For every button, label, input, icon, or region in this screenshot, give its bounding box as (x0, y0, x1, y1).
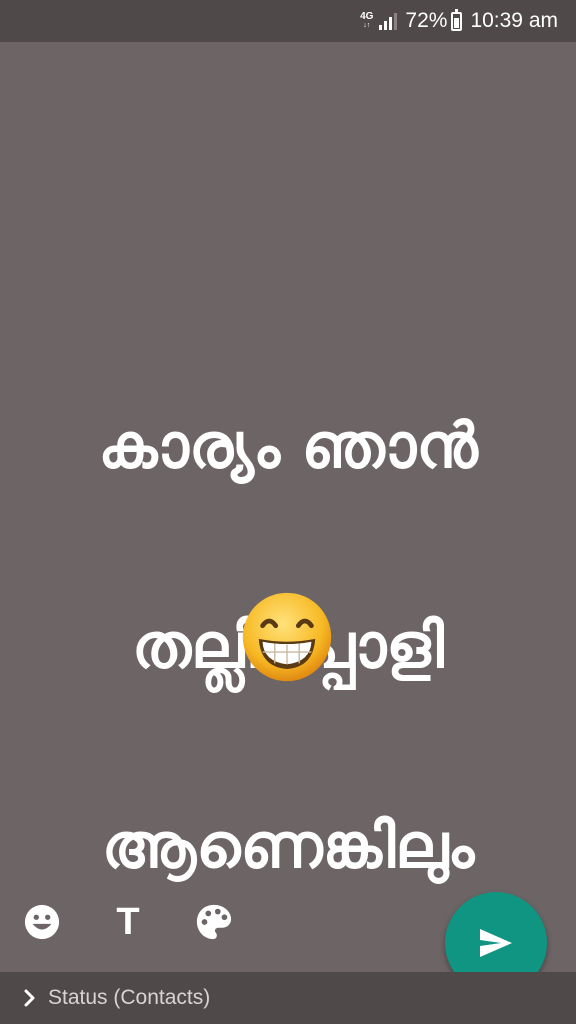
chevron-right-icon (24, 989, 36, 1007)
color-palette-button[interactable] (194, 902, 234, 942)
battery-percent: 72% (405, 9, 448, 32)
palette-icon (196, 904, 232, 940)
status-audience-bar[interactable]: Status (Contacts) (0, 972, 576, 1024)
send-icon (480, 929, 512, 957)
status-composer-screen: 4G ↓↑ 72% 10:39 am കാര്യം ഞാൻ തല്ലിപ്പൊള… (0, 0, 576, 1024)
text-style-icon: T (116, 900, 140, 943)
battery-icon (451, 8, 463, 31)
audience-label: Status (Contacts) (48, 986, 211, 1009)
text-style-button[interactable]: T (108, 900, 148, 944)
smiley-icon (24, 904, 60, 940)
signal-icon (379, 12, 398, 30)
clock: 10:39 am (470, 9, 558, 32)
grinning-face-emoji-icon (242, 592, 332, 682)
status-text-line: കാര്യം ഞാൻ (98, 409, 478, 482)
status-text-line: ആണെങ്കിലും (101, 809, 475, 882)
data-arrows-icon: ↓↑ (363, 22, 371, 29)
emoji-button[interactable] (22, 902, 62, 942)
network-type: 4G (360, 11, 374, 22)
network-indicator: 4G ↓↑ (360, 12, 373, 30)
system-status-bar: 4G ↓↑ 72% 10:39 am (0, 0, 576, 42)
